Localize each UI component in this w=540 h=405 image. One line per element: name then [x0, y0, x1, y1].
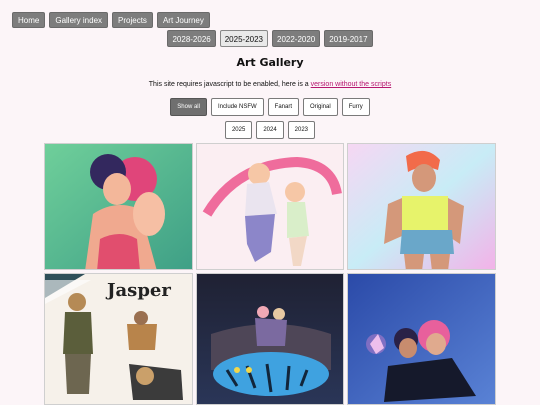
filter-show-all-button[interactable]: Show all: [170, 98, 207, 116]
era-tabs: 2028-2026 2025-2023 2022-2020 2019-2017: [0, 30, 540, 47]
era-tab-2019-2017[interactable]: 2019-2017: [324, 30, 373, 47]
javascript-notice: This site requires javascript to be enab…: [0, 81, 540, 88]
gallery-thumbnail-neon-figures[interactable]: [347, 273, 496, 405]
gallery-thumbnail-two-figures[interactable]: [196, 143, 344, 270]
nav-art-journey-button[interactable]: Art Journey: [156, 12, 210, 28]
jasper-title: Jasper: [105, 280, 171, 301]
filter-include-nsfw-button[interactable]: Include NSFW: [210, 98, 264, 116]
no-scripts-link[interactable]: version without the scripts: [311, 81, 392, 88]
year-2023-button[interactable]: 2023: [287, 121, 316, 139]
top-nav: Home Gallery index Projects Art Journey: [12, 12, 210, 28]
filter-fanart-button[interactable]: Fanart: [267, 98, 300, 116]
filter-bar: Show all Include NSFW Fanart Original Fu…: [0, 98, 540, 116]
gallery-thumbnail-tiger-couch[interactable]: [196, 273, 344, 405]
era-tab-2022-2020[interactable]: 2022-2020: [272, 30, 321, 47]
gallery-thumbnail-couple-hug[interactable]: [44, 143, 193, 270]
nav-gallery-index-button[interactable]: Gallery index: [49, 12, 109, 28]
page-title: Art Gallery: [236, 56, 304, 69]
filter-original-button[interactable]: Original: [303, 98, 338, 116]
year-filter-bar: 2025 2024 2023: [0, 121, 540, 139]
gallery-thumbnail-crop-top-figure[interactable]: [347, 143, 496, 270]
year-2025-button[interactable]: 2025: [224, 121, 253, 139]
era-tab-2028-2026[interactable]: 2028-2026: [167, 30, 216, 47]
nav-home-button[interactable]: Home: [12, 12, 46, 28]
gallery-thumbnail-jasper[interactable]: Jasper: [44, 273, 193, 405]
filter-furry-button[interactable]: Furry: [341, 98, 370, 116]
notice-text: This site requires javascript to be enab…: [148, 81, 309, 88]
nav-projects-button[interactable]: Projects: [112, 12, 153, 28]
year-2024-button[interactable]: 2024: [256, 121, 284, 139]
era-tab-2025-2023[interactable]: 2025-2023: [219, 30, 268, 47]
